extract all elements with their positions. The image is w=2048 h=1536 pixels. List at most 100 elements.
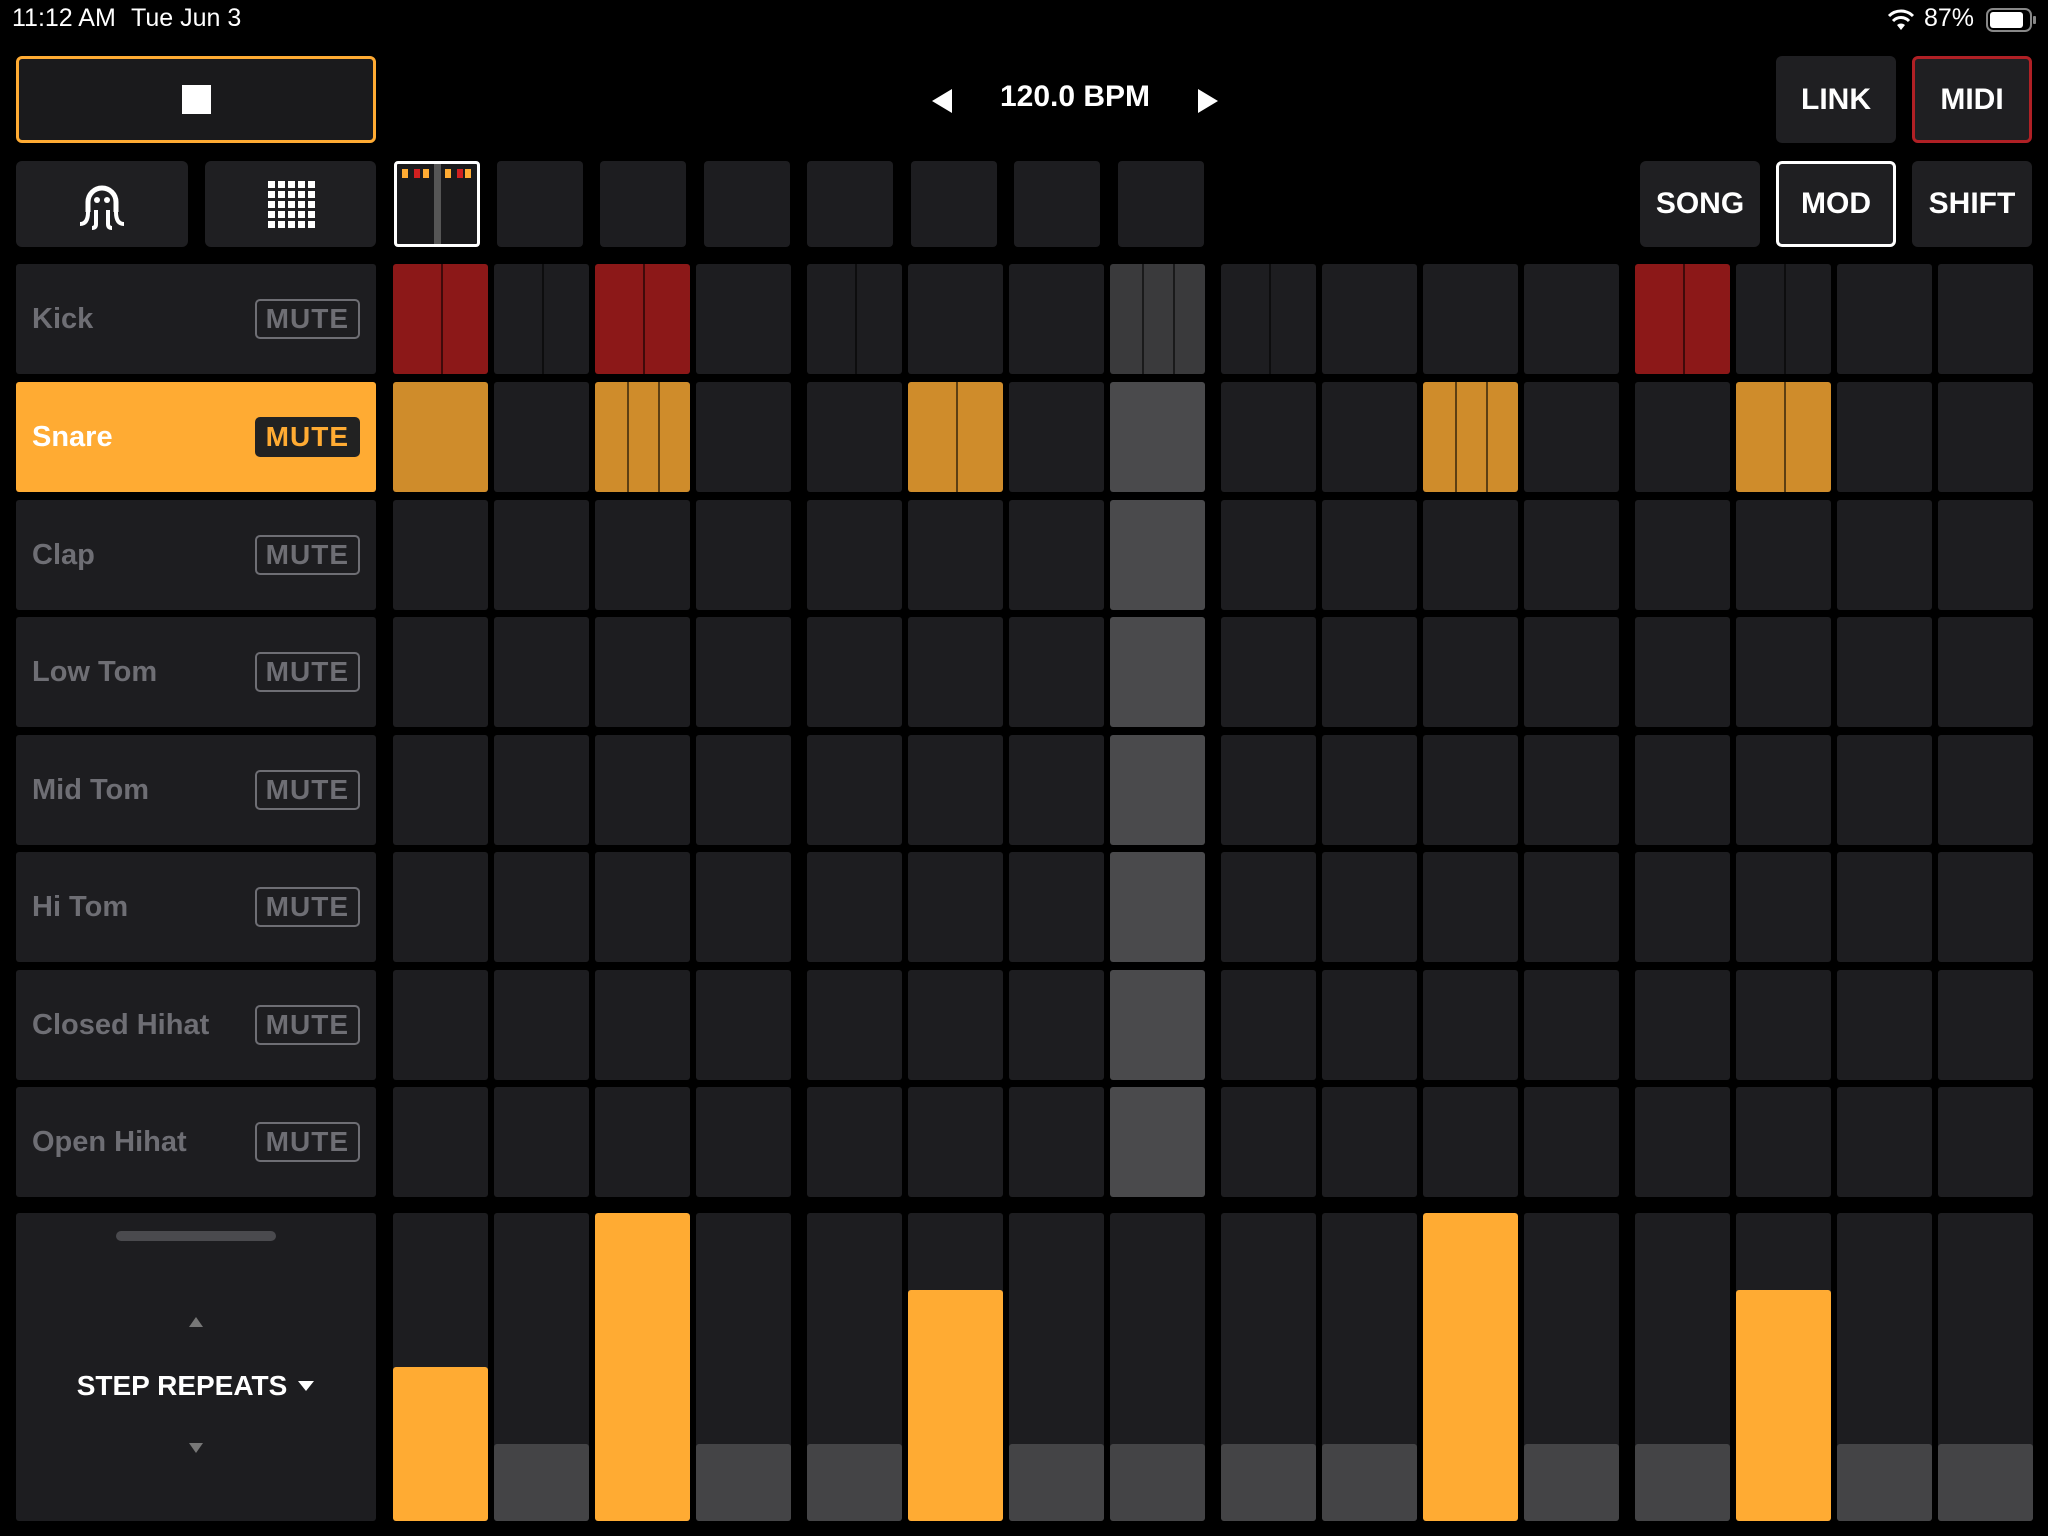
step-cell[interactable]: [494, 970, 589, 1080]
step-cell[interactable]: [1009, 617, 1104, 727]
step-cell[interactable]: [494, 1087, 589, 1197]
step-cell[interactable]: [595, 852, 690, 962]
step-value-column[interactable]: [1524, 1213, 1619, 1521]
link-button[interactable]: LINK: [1776, 56, 1896, 143]
drag-handle[interactable]: [116, 1231, 276, 1241]
track-mute-button[interactable]: MUTE: [254, 535, 360, 575]
tempo-display[interactable]: 120.0 BPM: [960, 80, 1190, 114]
step-cell[interactable]: [1221, 852, 1316, 962]
tempo-decrease-button[interactable]: [924, 84, 958, 118]
octopus-button[interactable]: [16, 161, 188, 247]
step-cell[interactable]: [1110, 382, 1205, 492]
step-cell[interactable]: [696, 500, 791, 610]
step-cell[interactable]: [807, 264, 902, 374]
shift-button[interactable]: SHIFT: [1912, 161, 2032, 247]
step-cell[interactable]: [1837, 264, 1932, 374]
step-cell[interactable]: [1837, 1087, 1932, 1197]
track-row[interactable]: Low Tom MUTE: [16, 617, 376, 727]
tempo-increase-button[interactable]: [1192, 84, 1226, 118]
step-cell[interactable]: [696, 617, 791, 727]
step-cell[interactable]: [908, 970, 1003, 1080]
pattern-slot-2[interactable]: [497, 161, 583, 247]
step-cell[interactable]: [1221, 735, 1316, 845]
step-cell[interactable]: [1837, 852, 1932, 962]
step-cell[interactable]: [908, 852, 1003, 962]
step-cell[interactable]: [1736, 735, 1831, 845]
step-value-column[interactable]: [1736, 1213, 1831, 1521]
step-cell[interactable]: [1322, 970, 1417, 1080]
step-cell[interactable]: [1736, 500, 1831, 610]
step-cell[interactable]: [595, 264, 690, 374]
step-cell[interactable]: [1110, 264, 1205, 374]
step-value-column[interactable]: [1110, 1213, 1205, 1521]
step-value-column[interactable]: [1009, 1213, 1104, 1521]
step-cell[interactable]: [595, 970, 690, 1080]
step-cell[interactable]: [1635, 970, 1730, 1080]
track-mute-button[interactable]: MUTE: [254, 299, 360, 339]
step-cell[interactable]: [807, 970, 902, 1080]
track-mute-button[interactable]: MUTE: [254, 1122, 360, 1162]
step-cell[interactable]: [1635, 735, 1730, 845]
step-cell[interactable]: [1322, 735, 1417, 845]
step-cell[interactable]: [696, 852, 791, 962]
step-cell[interactable]: [1837, 617, 1932, 727]
step-cell[interactable]: [1322, 500, 1417, 610]
step-cell[interactable]: [1524, 500, 1619, 610]
step-cell[interactable]: [1736, 970, 1831, 1080]
pattern-slot-1[interactable]: [394, 161, 480, 247]
step-cell[interactable]: [807, 500, 902, 610]
step-cell[interactable]: [1322, 382, 1417, 492]
step-cell[interactable]: [1736, 617, 1831, 727]
step-cell[interactable]: [1938, 500, 2033, 610]
param-selector[interactable]: STEP REPEATS: [16, 1370, 376, 1402]
step-value-column[interactable]: [1423, 1213, 1518, 1521]
step-cell[interactable]: [393, 382, 488, 492]
step-cell[interactable]: [494, 500, 589, 610]
step-cell[interactable]: [1938, 264, 2033, 374]
step-value-column[interactable]: [908, 1213, 1003, 1521]
step-cell[interactable]: [1322, 852, 1417, 962]
step-cell[interactable]: [1837, 382, 1932, 492]
step-cell[interactable]: [1221, 500, 1316, 610]
track-mute-button[interactable]: MUTE: [254, 652, 360, 692]
step-cell[interactable]: [807, 852, 902, 962]
step-cell[interactable]: [1322, 1087, 1417, 1197]
step-cell[interactable]: [1110, 970, 1205, 1080]
track-row[interactable]: Clap MUTE: [16, 500, 376, 610]
step-cell[interactable]: [1423, 852, 1518, 962]
step-cell[interactable]: [1837, 970, 1932, 1080]
step-cell[interactable]: [1938, 735, 2033, 845]
step-cell[interactable]: [1009, 500, 1104, 610]
param-up-button[interactable]: [188, 1315, 204, 1329]
step-value-column[interactable]: [1938, 1213, 2033, 1521]
step-value-column[interactable]: [1322, 1213, 1417, 1521]
step-cell[interactable]: [1009, 382, 1104, 492]
step-value-column[interactable]: [696, 1213, 791, 1521]
step-cell[interactable]: [1635, 264, 1730, 374]
track-mute-button[interactable]: MUTE: [254, 417, 360, 457]
step-cell[interactable]: [1009, 852, 1104, 962]
pattern-slot-6[interactable]: [911, 161, 997, 247]
step-cell[interactable]: [1938, 382, 2033, 492]
step-cell[interactable]: [908, 735, 1003, 845]
step-cell[interactable]: [1635, 382, 1730, 492]
step-cell[interactable]: [1009, 970, 1104, 1080]
step-cell[interactable]: [1423, 382, 1518, 492]
step-cell[interactable]: [393, 1087, 488, 1197]
step-cell[interactable]: [1110, 735, 1205, 845]
step-cell[interactable]: [494, 852, 589, 962]
step-cell[interactable]: [1423, 970, 1518, 1080]
step-cell[interactable]: [696, 970, 791, 1080]
step-cell[interactable]: [1635, 500, 1730, 610]
step-cell[interactable]: [1524, 617, 1619, 727]
pattern-slot-4[interactable]: [704, 161, 790, 247]
step-value-column[interactable]: [1221, 1213, 1316, 1521]
step-cell[interactable]: [1221, 382, 1316, 492]
step-cell[interactable]: [1423, 735, 1518, 845]
step-cell[interactable]: [1524, 1087, 1619, 1197]
step-cell[interactable]: [1110, 1087, 1205, 1197]
step-cell[interactable]: [393, 735, 488, 845]
step-cell[interactable]: [696, 264, 791, 374]
step-cell[interactable]: [1837, 735, 1932, 845]
step-cell[interactable]: [1110, 852, 1205, 962]
